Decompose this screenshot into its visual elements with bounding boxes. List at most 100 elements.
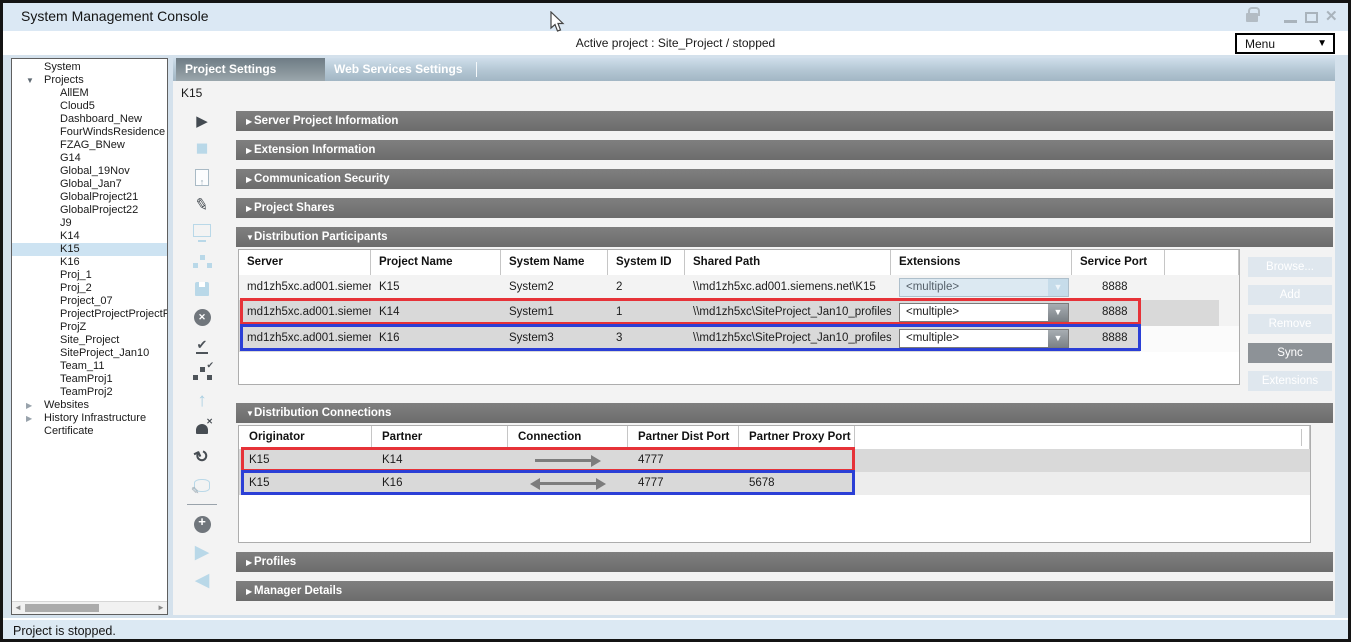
add-icon[interactable] <box>189 511 215 537</box>
column-header-spacer <box>1165 250 1239 275</box>
chevron-right-icon[interactable]: ▶ <box>26 399 38 412</box>
tree-item-team-11[interactable]: Team_11 <box>12 360 167 373</box>
section-distribution-connections[interactable]: ▼ Distribution Connections <box>236 403 1333 423</box>
tree-item-label: K14 <box>60 230 80 243</box>
system-check-icon[interactable] <box>189 360 215 386</box>
link-forward-icon[interactable] <box>189 539 215 565</box>
alarm-disable-icon[interactable] <box>189 416 215 442</box>
cell-spacer <box>1165 275 1239 300</box>
tab-web-services-settings[interactable]: Web Services Settings <box>325 58 473 81</box>
sync-button[interactable]: Sync <box>1248 343 1332 363</box>
tree-item-siteproject-jan10[interactable]: SiteProject_Jan10 <box>12 347 167 360</box>
minimize-icon[interactable] <box>1284 20 1297 23</box>
tree-item-history-infrastructure[interactable]: ▶ History Infrastructure <box>12 412 167 425</box>
arrow-line <box>535 459 591 462</box>
extensions-dropdown[interactable]: <multiple>▼ <box>899 303 1069 322</box>
tree-item-globalproject21[interactable]: GlobalProject21 <box>12 191 167 204</box>
connection-row[interactable]: K15K144777 <box>239 449 1310 472</box>
cell-service-port: 8888 <box>1072 300 1165 326</box>
right-arrow-icon <box>508 449 628 472</box>
chevron-down-icon[interactable]: ▼ <box>1048 304 1068 321</box>
close-icon[interactable]: ✕ <box>1325 7 1338 25</box>
tree-item-projects[interactable]: ▼Projects <box>12 74 167 87</box>
section-extension-information[interactable]: ▶ Extension Information <box>236 140 1333 160</box>
column-header-extensions: Extensions <box>891 250 1072 275</box>
license-check-icon[interactable] <box>189 332 215 358</box>
upgrade-icon[interactable] <box>189 388 215 414</box>
cell-extensions: <multiple>▼ <box>891 275 1072 300</box>
close-project-icon[interactable] <box>189 304 215 330</box>
tree-item-certificate[interactable]: Certificate <box>12 425 167 438</box>
section-profiles[interactable]: ▶ Profiles <box>236 552 1333 572</box>
display-edit-icon[interactable] <box>189 220 215 246</box>
section-distribution-participants[interactable]: ▼ Distribution Participants <box>236 227 1333 247</box>
section-server-project-information[interactable]: ▶ Server Project Information <box>236 111 1333 131</box>
link-back-icon[interactable] <box>189 567 215 593</box>
section-project-shares[interactable]: ▶ Project Shares <box>236 198 1333 218</box>
column-header-connection: Connection <box>508 426 628 449</box>
chevron-right-icon[interactable]: ▶ <box>26 412 38 425</box>
restore-icon[interactable] <box>189 444 215 470</box>
column-separator <box>1301 429 1302 446</box>
tree-item-fzag-bnew[interactable]: FZAG_BNew <box>12 139 167 152</box>
extensions-dropdown[interactable]: <multiple>▼ <box>899 329 1069 348</box>
tree-item-cloud5[interactable]: Cloud5 <box>12 100 167 113</box>
tree-item-label: Cloud5 <box>60 100 95 113</box>
tab-project-settings[interactable]: Project Settings <box>176 58 325 81</box>
tree-item-teamproj2[interactable]: TeamProj2 <box>12 386 167 399</box>
chevron-right-icon: ▶ <box>236 558 254 567</box>
tree-item-projz[interactable]: ProjZ <box>12 321 167 334</box>
participant-row[interactable]: md1zh5xc.ad001.siemensK16System33\\md1zh… <box>239 326 1239 352</box>
save-icon[interactable] <box>189 276 215 302</box>
tree-item-project-07[interactable]: Project_07 <box>12 295 167 308</box>
tree-item-global-19nov[interactable]: Global_19Nov <box>12 165 167 178</box>
participant-row[interactable]: md1zh5xc.ad001.siemensK15System22\\md1zh… <box>239 275 1239 300</box>
tree-item-k16[interactable]: K16 <box>12 256 167 269</box>
scrollbar-thumb[interactable] <box>25 604 99 612</box>
cell-shared-path: \\md1zh5xc.ad001.siemens.net\K15 <box>685 275 891 300</box>
stop-project-icon[interactable] <box>189 136 215 162</box>
tree-item-proj-1[interactable]: Proj_1 <box>12 269 167 282</box>
open-project-icon[interactable] <box>189 164 215 190</box>
tree-item-proj-2[interactable]: Proj_2 <box>12 282 167 295</box>
connection-row[interactable]: K15K1647775678 <box>239 472 1310 495</box>
edit-project-icon[interactable] <box>189 192 215 218</box>
tree-item-system[interactable]: System <box>12 61 167 74</box>
tree-item-label: TeamProj1 <box>60 373 113 386</box>
tree-horizontal-scrollbar[interactable]: ◄ ► <box>12 601 167 614</box>
tree-item-global-jan7[interactable]: Global_Jan7 <box>12 178 167 191</box>
tree-item-fourwindsresidence[interactable]: FourWindsResidence <box>12 126 167 139</box>
tree-item-projectprojectprojectproj[interactable]: ProjectProjectProjectProj <box>12 308 167 321</box>
section-manager-details[interactable]: ▶ Manager Details <box>236 581 1333 601</box>
tree-item-label: History Infrastructure <box>44 412 146 425</box>
cell-service-port: 8888 <box>1072 326 1165 352</box>
menu-dropdown[interactable]: Menu ▼ <box>1235 33 1335 54</box>
tree-item-j9[interactable]: J9 <box>12 217 167 230</box>
cell-spacer <box>1165 300 1239 326</box>
tree-item-k15[interactable]: K15 <box>12 243 167 256</box>
tree-item-websites[interactable]: ▶Websites <box>12 399 167 412</box>
tree-item-site-project[interactable]: Site_Project <box>12 334 167 347</box>
add-button: Add <box>1248 285 1332 305</box>
tree-item-g14[interactable]: G14 <box>12 152 167 165</box>
active-project-text: Active project : Site_Project / stopped <box>3 36 1348 50</box>
tree-item-dashboard-new[interactable]: Dashboard_New <box>12 113 167 126</box>
cell-system-name: System3 <box>501 326 608 352</box>
tree-item-k14[interactable]: K14 <box>12 230 167 243</box>
tree-item-globalproject22[interactable]: GlobalProject22 <box>12 204 167 217</box>
section-communication-security[interactable]: ▶ Communication Security <box>236 169 1333 189</box>
scroll-left-icon[interactable]: ◄ <box>12 603 24 612</box>
chevron-down-icon[interactable]: ▼ <box>1048 330 1068 347</box>
system-edit-icon[interactable] <box>189 248 215 274</box>
participant-row[interactable]: md1zh5xc.ad001.siemensK14System11\\md1zh… <box>239 300 1239 326</box>
start-project-icon[interactable] <box>189 108 215 134</box>
database-edit-icon[interactable] <box>189 472 215 498</box>
cell-originator: K15 <box>239 449 372 472</box>
chevron-down-icon: ▼ <box>1317 38 1333 49</box>
scroll-right-icon[interactable]: ► <box>155 603 167 612</box>
tree-item-teamproj1[interactable]: TeamProj1 <box>12 373 167 386</box>
chevron-down-icon[interactable]: ▼ <box>26 74 38 87</box>
lock-icon <box>1246 13 1258 22</box>
maximize-icon[interactable] <box>1305 12 1318 23</box>
tree-item-allem[interactable]: AllEM <box>12 87 167 100</box>
